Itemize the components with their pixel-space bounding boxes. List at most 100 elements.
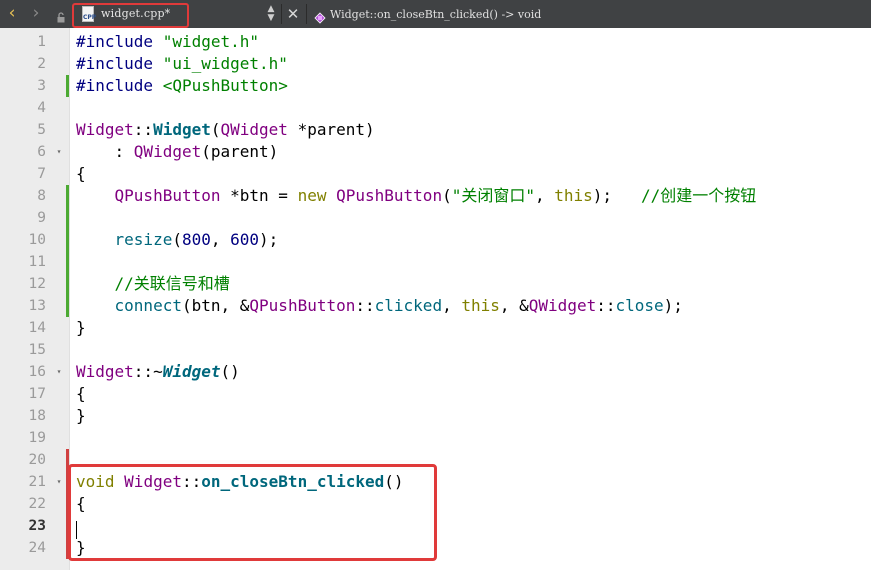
code-token: ::: [181, 472, 202, 491]
code-token: (btn, &: [181, 296, 250, 315]
gutter-row[interactable]: 21 ▾: [0, 471, 70, 493]
code-token: 600: [230, 230, 260, 249]
code-token: Widget: [76, 120, 134, 139]
code-token: QPushButton: [336, 186, 443, 205]
code-line[interactable]: {: [76, 383, 86, 405]
forward-button[interactable]: ›: [28, 3, 44, 23]
code-line[interactable]: : QWidget(parent): [76, 141, 279, 163]
fold-toggle-icon[interactable]: ▾: [54, 361, 64, 383]
code-line[interactable]: //关联信号和槽: [76, 273, 230, 295]
lock-icon[interactable]: [57, 8, 65, 23]
changed-line-marker: [66, 251, 69, 273]
code-token: clicked: [374, 296, 443, 315]
code-token: (): [384, 472, 404, 491]
code-line[interactable]: void Widget::on_closeBtn_clicked(): [76, 471, 404, 493]
line-number: 18: [28, 408, 46, 424]
symbol-selector[interactable]: Widget::on_closeBtn_clicked() -> void: [330, 8, 541, 21]
updown-arrows-icon[interactable]: ▲ ▼: [265, 5, 277, 23]
code-line[interactable]: resize(800, 600);: [76, 229, 279, 251]
gutter-row[interactable]: 2: [0, 53, 70, 75]
line-number: 10: [28, 232, 46, 248]
code-token: ::: [355, 296, 375, 315]
close-icon: ✕: [286, 5, 300, 23]
gutter-row[interactable]: 4: [0, 97, 70, 119]
changed-line-marker: [66, 273, 69, 295]
gutter-row[interactable]: 24: [0, 537, 70, 559]
code-token: );: [259, 230, 279, 249]
unsaved-line-marker: [66, 515, 69, 537]
code-token: //创建一个按钮: [640, 186, 757, 205]
code-line[interactable]: {: [76, 163, 86, 185]
code-line[interactable]: QPushButton *btn = new QPushButton("关闭窗口…: [76, 185, 757, 207]
line-number: 9: [37, 210, 46, 226]
code-token: }: [76, 406, 86, 425]
code-editor[interactable]: #include "widget.h" #include "ui_widget.h…: [76, 28, 871, 570]
line-number: 20: [28, 452, 46, 468]
toolbar-divider: [281, 4, 282, 24]
unsaved-line-marker: [66, 471, 69, 493]
code-line[interactable]: #include "widget.h": [76, 31, 259, 53]
code-token: #include: [76, 32, 163, 51]
changed-line-marker: [66, 75, 69, 97]
code-line[interactable]: }: [76, 405, 86, 427]
code-token: Widget: [162, 362, 221, 381]
chevron-left-icon: ‹: [8, 3, 16, 23]
code-line[interactable]: #include <QPushButton>: [76, 75, 288, 97]
gutter-row[interactable]: 7: [0, 163, 70, 185]
gutter-row[interactable]: 6 ▾: [0, 141, 70, 163]
gutter-row[interactable]: 12: [0, 273, 70, 295]
code-token: QWidget: [528, 296, 597, 315]
gutter-row[interactable]: 22: [0, 493, 70, 515]
code-token: ,: [210, 230, 231, 249]
line-number: 15: [28, 342, 46, 358]
gutter-row[interactable]: 5: [0, 119, 70, 141]
gutter-row[interactable]: 15: [0, 339, 70, 361]
open-documents-combo[interactable]: CPP widget.cpp*: [76, 5, 188, 25]
gutter-row[interactable]: 3: [0, 75, 70, 97]
line-number: 5: [37, 122, 46, 138]
gutter-row[interactable]: 17: [0, 383, 70, 405]
gutter-row[interactable]: 9: [0, 207, 70, 229]
code-line[interactable]: {: [76, 493, 86, 515]
line-number: 4: [37, 100, 46, 116]
code-token: ::~: [133, 362, 163, 381]
code-line[interactable]: }: [76, 537, 86, 559]
gutter-row[interactable]: 10: [0, 229, 70, 251]
gutter-row[interactable]: 14: [0, 317, 70, 339]
gutter-row[interactable]: 8: [0, 185, 70, 207]
code-token: 800: [181, 230, 211, 249]
gutter-row[interactable]: 16 ▾: [0, 361, 70, 383]
line-number: 8: [37, 188, 46, 204]
code-token: {: [76, 164, 86, 183]
gutter-row[interactable]: 18: [0, 405, 70, 427]
gutter-row[interactable]: 19: [0, 427, 70, 449]
fold-toggle-icon[interactable]: ▾: [54, 471, 64, 493]
line-number: 3: [37, 78, 46, 94]
code-token: ,: [442, 296, 462, 315]
gutter-row[interactable]: 11: [0, 251, 70, 273]
code-token: #include: [76, 76, 163, 95]
code-token: resize: [114, 230, 173, 249]
back-button[interactable]: ‹: [4, 3, 20, 23]
line-number: 22: [28, 496, 46, 512]
text-cursor: [76, 521, 77, 539]
changed-line-marker: [66, 185, 69, 207]
code-token: #include: [76, 54, 163, 73]
gutter-row[interactable]: 23: [0, 515, 70, 537]
code-line[interactable]: #include "ui_widget.h": [76, 53, 288, 75]
code-token: this: [461, 296, 500, 315]
code-token: close: [615, 296, 664, 315]
gutter-row[interactable]: 20: [0, 449, 70, 471]
close-document-button[interactable]: ✕: [285, 4, 301, 24]
gutter-row[interactable]: 1: [0, 31, 70, 53]
fold-toggle-icon[interactable]: ▾: [54, 141, 64, 163]
code-line[interactable]: Widget::Widget(QWidget *parent): [76, 119, 375, 141]
code-line[interactable]: }: [76, 317, 86, 339]
code-token: "widget.h": [162, 32, 260, 51]
code-line[interactable]: connect(btn, &QPushButton::clicked, this…: [76, 295, 683, 317]
toolbar-divider: [306, 4, 307, 24]
code-line[interactable]: Widget::~Widget(): [76, 361, 240, 383]
code-token: *btn =: [220, 186, 298, 205]
code-token: );: [663, 296, 683, 315]
gutter-row[interactable]: 13: [0, 295, 70, 317]
